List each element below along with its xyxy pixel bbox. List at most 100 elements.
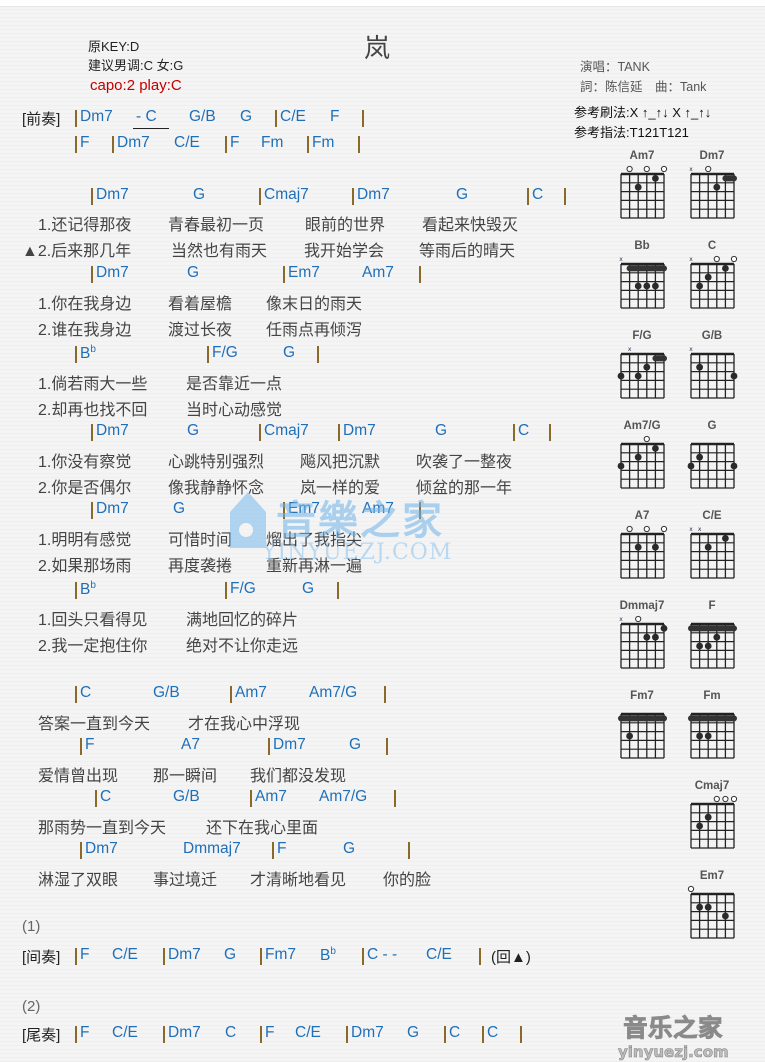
bar-line <box>225 136 227 153</box>
finger-dot <box>722 912 729 920</box>
lyric: 吹袭了一整夜 <box>416 454 513 471</box>
finger-dot <box>634 543 642 551</box>
chord: Dmmaj7 <box>183 840 241 857</box>
ending-number-2: (2) <box>22 998 41 1015</box>
chord: C/E <box>112 1024 138 1041</box>
chord: F/G <box>230 580 256 597</box>
bar-line <box>260 948 262 965</box>
chord: C/E <box>280 108 306 125</box>
bar-line <box>527 188 529 205</box>
open-string-marker <box>643 435 650 443</box>
finger-dot <box>704 732 712 740</box>
chord: F <box>80 134 90 151</box>
chord-root: B <box>80 581 91 599</box>
house-music-icon <box>230 492 266 548</box>
lyric: 任雨点再倾泻 <box>266 322 363 339</box>
lyric: 1.你在我身边 <box>38 296 132 313</box>
lyric: 当然也有雨天 <box>171 243 268 260</box>
lyric: 可惜时间 <box>168 532 233 549</box>
ending-number-1: (1) <box>22 918 41 935</box>
bar-line <box>80 738 82 755</box>
bar-line <box>112 136 114 153</box>
muted-string-marker: x <box>689 526 693 533</box>
finger-dot <box>704 903 712 911</box>
finger-dot <box>634 372 642 380</box>
chord-grid <box>687 885 735 939</box>
chord: C <box>518 422 530 439</box>
lyric: 青春最初一页 <box>168 217 265 234</box>
chord-grid: x <box>619 256 667 309</box>
lyric: 2.你是否偶尔 <box>38 480 132 497</box>
lyric: 是否靠近一点 <box>186 376 283 393</box>
muted-string-marker: x <box>619 256 623 263</box>
lyric: 爱情曾出现 <box>38 768 119 785</box>
finger-dot <box>730 462 738 470</box>
chord: Dm7 <box>96 264 129 281</box>
finger-dot <box>652 543 659 551</box>
section-label-outro: [尾奏] <box>22 1027 61 1044</box>
bar-line <box>337 582 339 599</box>
lyric: 1.倘若雨大一些 <box>38 376 148 393</box>
bar-line <box>75 582 77 599</box>
finger-dot <box>687 462 695 470</box>
bar-line <box>225 582 227 599</box>
lyric: 飚风把沉默 <box>300 454 381 471</box>
chord: G <box>224 946 237 963</box>
chord: G <box>173 500 186 517</box>
barre <box>652 355 667 362</box>
lyric: 我开始学会 <box>304 243 385 260</box>
lyric: 1.回头只看得见 <box>38 612 148 629</box>
lyric: 像末日的雨天 <box>266 296 363 313</box>
chord: Dm7 <box>273 736 306 753</box>
barre <box>618 715 667 722</box>
chord: G <box>193 186 206 203</box>
chord: Dm7 <box>168 946 201 963</box>
lyric: 答案一直到今天 <box>38 716 151 733</box>
bar-line <box>91 266 93 283</box>
lyric: 才在我心中浮现 <box>188 716 301 733</box>
chord: Cmaj7 <box>264 186 309 203</box>
chord: Fm <box>312 134 335 151</box>
chord: Cmaj7 <box>264 422 309 439</box>
writer-credit: 詞：陈信延 曲：Tank <box>580 80 707 94</box>
bar-line <box>352 188 354 205</box>
lyric: 那一瞬间 <box>153 768 218 785</box>
chord-grid: x <box>689 255 738 309</box>
finger-dot <box>696 363 703 371</box>
open-string-marker <box>660 525 668 533</box>
lyric: 2.谁在我身边 <box>38 322 132 339</box>
chord: G <box>343 840 356 857</box>
chord: G <box>407 1024 420 1041</box>
finger-dot <box>696 642 703 650</box>
chord-grid: x <box>689 165 737 219</box>
flat-sign: b <box>330 946 336 957</box>
chord: C/E <box>426 946 452 963</box>
bar-line <box>95 790 97 807</box>
bar-line <box>275 110 277 127</box>
bar-line <box>163 1026 165 1043</box>
chord: G <box>283 344 296 361</box>
lyric: 看着屋檐 <box>168 296 233 313</box>
bar-line <box>75 136 77 153</box>
chord: C/E <box>174 134 200 151</box>
chord-grid: x <box>619 615 668 669</box>
flat-sign: b <box>90 580 96 591</box>
lyric: 事过境迁 <box>153 872 218 889</box>
bar-line <box>419 502 421 519</box>
lyric: 才清晰地看见 <box>250 872 347 889</box>
finger-dot <box>652 175 659 182</box>
bar-line <box>549 424 551 441</box>
muted-string-marker: x <box>628 346 632 353</box>
bar-line <box>384 686 386 703</box>
chord-grid <box>620 525 668 579</box>
bar-line <box>346 1026 348 1043</box>
finger-dot <box>730 372 738 380</box>
chord-grid <box>618 712 667 759</box>
finger-pattern: 参考指法:T121T121 <box>574 125 689 140</box>
chord: Am7 <box>362 264 394 281</box>
flat-sign: b <box>90 344 96 355</box>
open-string-marker <box>730 795 738 803</box>
lyric: 眼前的世界 <box>305 217 386 234</box>
chord: Dm7 <box>168 1024 201 1041</box>
lyric: 还下在我心里面 <box>206 820 319 837</box>
